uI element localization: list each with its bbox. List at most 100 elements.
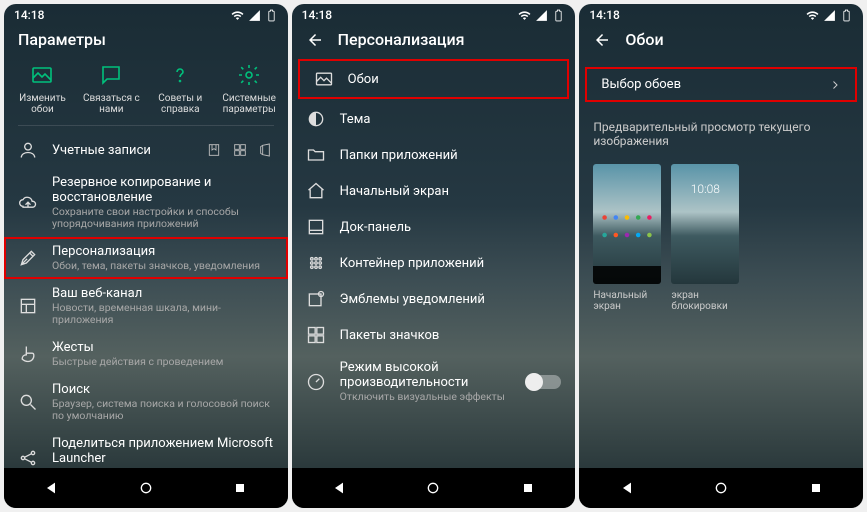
status-icons	[806, 9, 853, 22]
status-icons	[518, 9, 565, 22]
row-icon-packs[interactable]: Пакеты значков	[292, 317, 576, 353]
nav-back-icon[interactable]	[331, 480, 347, 496]
row-home-screen[interactable]: Начальный экран	[292, 173, 576, 209]
icons-icon	[306, 325, 326, 345]
preview-lock[interactable]: экран блокировки	[671, 164, 739, 312]
header-title: Параметры	[18, 30, 106, 49]
chevron-right-icon	[829, 79, 841, 91]
phone-screen-settings: 14:18 Параметры Изменить обои Связаться …	[4, 4, 288, 508]
nav-back-icon[interactable]	[43, 480, 59, 496]
row-feed[interactable]: Ваш веб-канал Новости, временная шкала, …	[4, 279, 288, 333]
clock: 14:18	[14, 8, 44, 22]
row-app-drawer[interactable]: Контейнер приложений	[292, 245, 576, 281]
dock-icon	[306, 217, 326, 237]
row-badges[interactable]: Эмблемы уведомлений	[292, 281, 576, 317]
row-label: Выбор обоев	[601, 77, 815, 92]
divider	[18, 125, 274, 126]
battery-icon	[265, 9, 278, 22]
preview-label: экран блокировки	[671, 290, 739, 312]
status-bar: 14:18	[579, 4, 863, 24]
row-label: Жесты	[52, 340, 274, 355]
clock: 14:18	[589, 8, 619, 22]
toggle-switch[interactable]	[527, 375, 561, 389]
tile-help[interactable]: Советы и справка	[147, 63, 213, 115]
lock-thumbnail	[671, 164, 739, 284]
app-header: Обои	[579, 24, 863, 59]
row-label: Папки приложений	[340, 148, 562, 163]
row-label: Начальный экран	[340, 184, 562, 199]
ms-service-icons	[206, 142, 274, 158]
theme-icon	[306, 109, 326, 129]
row-label: Пакеты значков	[340, 328, 562, 343]
nav-back-icon[interactable]	[619, 480, 635, 496]
nav-home-icon[interactable]	[138, 480, 154, 496]
help-icon	[168, 63, 192, 87]
preview-row: Начальный экран экран блокировки	[579, 154, 863, 322]
back-arrow-icon[interactable]	[593, 31, 611, 49]
row-search[interactable]: Поиск Браузер, система поиска и голосово…	[4, 375, 288, 429]
row-label: Ваш веб-канал	[52, 286, 274, 301]
home-icon	[306, 181, 326, 201]
row-share[interactable]: Поделиться приложением Microsoft Launche…	[4, 429, 288, 468]
row-label: Тема	[340, 112, 562, 127]
preview-home[interactable]: Начальный экран	[593, 164, 661, 312]
tile-label: Советы и справка	[147, 93, 213, 115]
status-bar: 14:18	[292, 4, 576, 24]
gear-icon	[237, 63, 261, 87]
tile-label: Системные параметры	[216, 93, 282, 115]
action-tile-row: Изменить обои Связаться с нами Советы и …	[4, 59, 288, 125]
phone-screen-personalization: 14:18 Персонализация Обои Тема Папки при…	[292, 4, 576, 508]
nav-bar	[4, 468, 288, 508]
row-sub: Браузер, система поиска и голосовой поис…	[52, 398, 274, 422]
search-icon	[18, 392, 38, 412]
row-app-folders[interactable]: Папки приложений	[292, 137, 576, 173]
wifi-icon	[806, 9, 819, 22]
tile-system-settings[interactable]: Системные параметры	[216, 63, 282, 115]
nav-recent-icon[interactable]	[808, 480, 824, 496]
nav-home-icon[interactable]	[425, 480, 441, 496]
back-arrow-icon[interactable]	[306, 31, 324, 49]
row-personalization[interactable]: Персонализация Обои, тема, пакеты значко…	[4, 237, 288, 279]
status-bar: 14:18	[4, 4, 288, 24]
folder-icon	[306, 145, 326, 165]
status-icons	[231, 9, 278, 22]
speed-icon	[306, 372, 326, 392]
home-thumbnail	[593, 164, 661, 284]
row-wallpaper[interactable]: Обои	[298, 59, 570, 99]
gesture-icon	[18, 344, 38, 364]
row-label: Контейнер приложений	[340, 256, 562, 271]
row-gestures[interactable]: Жесты Быстрые действия с проведением	[4, 333, 288, 375]
palette-icon	[18, 248, 38, 268]
signal-icon	[535, 9, 548, 22]
tile-change-wallpaper[interactable]: Изменить обои	[9, 63, 75, 115]
nav-home-icon[interactable]	[713, 480, 729, 496]
user-icon	[18, 140, 38, 160]
row-sub: Новости, временная шкала, мини-приложени…	[52, 302, 274, 326]
tile-contact-us[interactable]: Связаться с нами	[78, 63, 144, 115]
phone-screen-wallpaper: 14:18 Обои Выбор обоев Предварительный п…	[579, 4, 863, 508]
header-title: Персонализация	[338, 30, 465, 49]
row-accounts[interactable]: Учетные записи	[4, 132, 288, 168]
nav-bar	[579, 468, 863, 508]
app-header: Персонализация	[292, 24, 576, 59]
feed-icon	[18, 296, 38, 316]
row-label: Режим высокой производительности	[340, 360, 514, 390]
bookmark-icon	[206, 142, 222, 158]
header-title: Обои	[625, 30, 663, 49]
row-label: Эмблемы уведомлений	[340, 292, 562, 307]
cloud-icon	[18, 193, 38, 213]
row-label: Персонализация	[52, 244, 274, 259]
nav-recent-icon[interactable]	[232, 480, 248, 496]
row-backup[interactable]: Резервное копирование и восстановление С…	[4, 168, 288, 237]
row-dock[interactable]: Док-панель	[292, 209, 576, 245]
image-icon	[30, 63, 54, 87]
wifi-icon	[231, 9, 244, 22]
row-theme[interactable]: Тема	[292, 101, 576, 137]
windows-icon	[232, 142, 248, 158]
row-label: Поделиться приложением Microsoft Launche…	[52, 436, 274, 466]
nav-recent-icon[interactable]	[520, 480, 536, 496]
row-sub: Быстрые действия с проведением	[52, 356, 274, 368]
row-performance[interactable]: Режим высокой производительности Отключи…	[292, 353, 576, 410]
row-sub: Обои, тема, пакеты значков, уведомления	[52, 260, 274, 272]
row-select-wallpaper[interactable]: Выбор обоев	[585, 67, 857, 102]
